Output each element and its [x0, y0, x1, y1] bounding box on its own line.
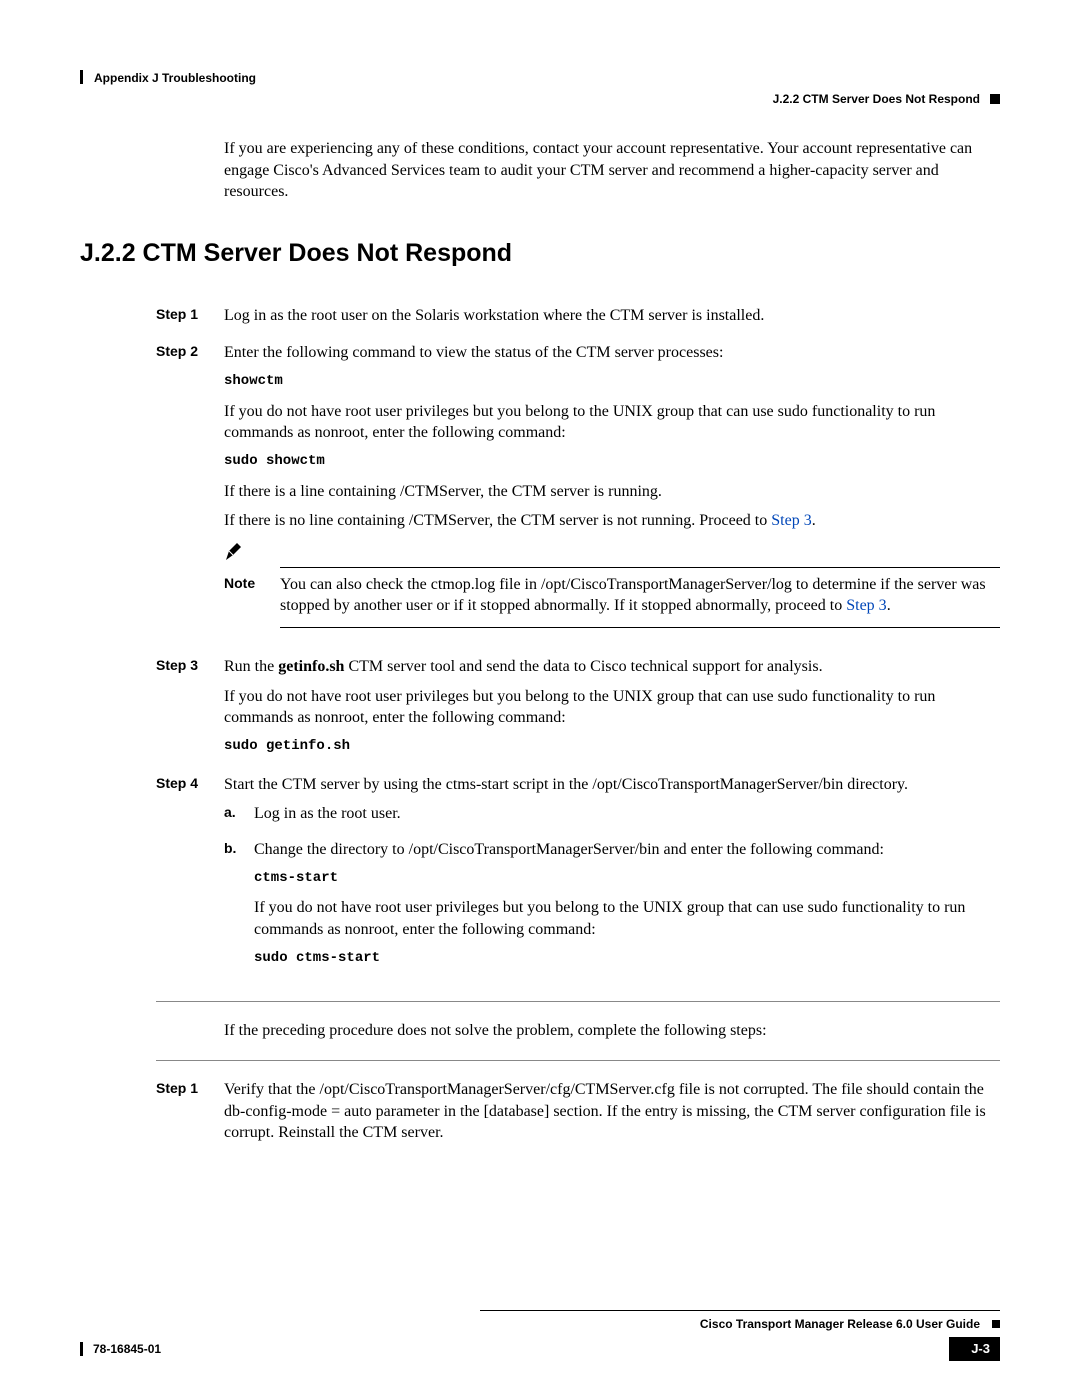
intro-paragraph: If you are experiencing any of these con…	[224, 138, 1000, 203]
footer-square-icon	[992, 1320, 1000, 1328]
footer-row-2: 78-16845-01 J-3	[80, 1337, 1000, 1361]
command-sudo-showctm: sudo showctm	[224, 452, 1000, 471]
footer-bar-icon	[80, 1342, 83, 1356]
note-text-post: .	[887, 597, 891, 614]
step-b-1: Step 1 Verify that the /opt/CiscoTranspo…	[224, 1079, 1000, 1152]
header-bar-icon	[80, 70, 83, 84]
footer-guide-title: Cisco Transport Manager Release 6.0 User…	[700, 1316, 980, 1332]
header-section: J.2.2 CTM Server Does Not Respond	[773, 91, 980, 107]
step-2-text-3: If there is a line containing /CTMServer…	[224, 481, 1000, 503]
step-body: Run the getinfo.sh CTM server tool and s…	[224, 656, 1000, 766]
substep-b: b. Change the directory to /opt/CiscoTra…	[224, 839, 1000, 978]
step-2: Step 2 Enter the following command to vi…	[224, 342, 1000, 648]
link-step-3[interactable]: Step 3	[771, 512, 811, 529]
note-label: Note	[224, 574, 280, 617]
substep-a-text: Log in as the root user.	[254, 803, 1000, 825]
step-body: Enter the following command to view the …	[224, 342, 1000, 648]
step-4-text-1: Start the CTM server by using the ctms-s…	[224, 774, 1000, 796]
step-body: Start the CTM server by using the ctms-s…	[224, 774, 1000, 984]
note-rule-top	[280, 547, 1000, 568]
pencil-icon	[224, 540, 246, 568]
step-label: Step 2	[156, 342, 224, 648]
step-2-text-4-post: .	[812, 512, 816, 529]
mid-paragraph: If the preceding procedure does not solv…	[224, 1020, 1000, 1042]
substep-a: a. Log in as the root user.	[224, 803, 1000, 833]
step-4: Step 4 Start the CTM server by using the…	[224, 774, 1000, 984]
step-1-text: Log in as the root user on the Solaris w…	[224, 305, 1000, 327]
footer-rule	[480, 1310, 1000, 1311]
note-block: Note You can also check the ctmop.log fi…	[224, 544, 1000, 628]
getinfo-bold: getinfo.sh	[278, 658, 344, 675]
command-sudo-ctms-start: sudo ctms-start	[254, 949, 1000, 968]
step-body: Verify that the /opt/CiscoTransportManag…	[224, 1079, 1000, 1152]
substep-body: Log in as the root user.	[254, 803, 1000, 833]
page-content: If you are experiencing any of these con…	[224, 138, 1000, 1152]
section-heading: J.2.2 CTM Server Does Not Respond	[80, 237, 1000, 271]
step-body: Log in as the root user on the Solaris w…	[224, 305, 1000, 335]
step-1: Step 1 Log in as the root user on the So…	[224, 305, 1000, 335]
note-text: You can also check the ctmop.log file in…	[280, 574, 1000, 617]
step-3: Step 3 Run the getinfo.sh CTM server too…	[224, 656, 1000, 766]
substep-b-text: Change the directory to /opt/CiscoTransp…	[254, 839, 1000, 861]
substep-label: a.	[224, 803, 254, 833]
document-page: Appendix J Troubleshooting J.2.2 CTM Ser…	[0, 0, 1080, 1397]
page-footer: Cisco Transport Manager Release 6.0 User…	[80, 1310, 1000, 1361]
header-chapter: Appendix J Troubleshooting	[94, 70, 256, 86]
step-2-text-4-pre: If there is no line containing /CTMServe…	[224, 512, 771, 529]
command-sudo-getinfo: sudo getinfo.sh	[224, 737, 1000, 756]
note-rule-bottom	[280, 627, 1000, 628]
footer-docid: 78-16845-01	[93, 1341, 161, 1357]
footer-row-1: Cisco Transport Manager Release 6.0 User…	[80, 1315, 1000, 1333]
step-label: Step 1	[156, 305, 224, 335]
header-square-icon	[990, 94, 1000, 104]
substep-label: b.	[224, 839, 254, 978]
footer-docid-wrap: 78-16845-01	[80, 1341, 161, 1357]
step-2-text-2: If you do not have root user privileges …	[224, 401, 1000, 444]
substep-b-text-2: If you do not have root user privileges …	[254, 897, 1000, 940]
step-label: Step 4	[156, 774, 224, 984]
footer-page-number: J-3	[949, 1337, 1000, 1361]
step-label: Step 3	[156, 656, 224, 766]
divider-rule	[156, 1001, 1000, 1002]
step-b-1-text: Verify that the /opt/CiscoTransportManag…	[224, 1079, 1000, 1144]
step-3-text-1: Run the getinfo.sh CTM server tool and s…	[224, 656, 1000, 678]
step-2-text: Enter the following command to view the …	[224, 342, 1000, 364]
step-3-text-2: If you do not have root user privileges …	[224, 686, 1000, 729]
command-ctms-start: ctms-start	[254, 869, 1000, 888]
header-right: J.2.2 CTM Server Does Not Respond	[773, 91, 1000, 107]
substep-body: Change the directory to /opt/CiscoTransp…	[254, 839, 1000, 978]
command-showctm: showctm	[224, 372, 1000, 391]
link-step-3[interactable]: Step 3	[846, 597, 886, 614]
step-2-text-4: If there is no line containing /CTMServe…	[224, 510, 1000, 532]
step-label: Step 1	[156, 1079, 224, 1152]
running-header: Appendix J Troubleshooting J.2.2 CTM Ser…	[80, 36, 1000, 58]
divider-rule	[156, 1060, 1000, 1061]
